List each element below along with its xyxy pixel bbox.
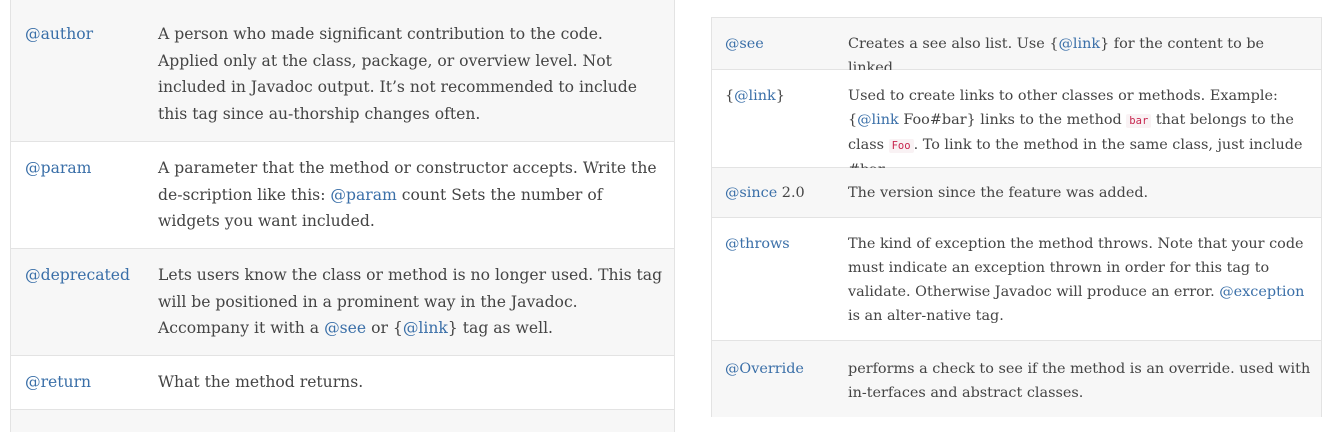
tag-link-cell: {@link} (725, 84, 785, 108)
tag-description: A parameter that the method or construct… (158, 155, 668, 235)
table-row: @since 2.0 The version since the feature… (712, 168, 1321, 218)
desc-text: is an alter-native tag. (848, 308, 1004, 324)
desc-text: Foo#bar} links to the method (898, 112, 1127, 128)
brace-close: } (775, 88, 785, 104)
tag-link-link[interactable]: @link (734, 88, 776, 104)
tag-throws-link[interactable]: @throws (725, 232, 790, 256)
table-row: @param A parameter that the method or co… (11, 142, 674, 249)
code-bar: bar (1126, 114, 1152, 128)
exception-inline-link[interactable]: @exception (1219, 284, 1304, 300)
see-inline-link[interactable]: @see (324, 319, 366, 337)
link-inline-link[interactable]: @link (857, 112, 899, 128)
desc-text: or { (366, 319, 403, 337)
tag-return-link[interactable]: @return (25, 369, 91, 396)
table-row: @throws The kind of exception the method… (712, 218, 1321, 341)
table-row: @Override performs a check to see if the… (712, 341, 1321, 417)
tag-description: The version since the feature was added. (848, 185, 1149, 201)
desc-text: Creates a see also list. Use { (848, 36, 1059, 52)
desc-text: } tag as well. (447, 319, 554, 337)
param-inline-link[interactable]: @param (330, 186, 396, 204)
tag-see-link[interactable]: @see (725, 32, 764, 56)
tag-param-link[interactable]: @param (25, 155, 91, 182)
table-row: {@link} Used to create links to other cl… (712, 70, 1321, 178)
link-inline-link[interactable]: @link (403, 319, 448, 337)
tag-author-link[interactable]: @author (25, 21, 93, 48)
brace-open: { (725, 88, 735, 104)
table-row: @deprecated Lets users know the class or… (11, 249, 674, 356)
tag-deprecated-link[interactable]: @deprecated (25, 262, 130, 289)
left-table-top-strip (10, 0, 675, 8)
tag-description: performs a check to see if the method is… (848, 361, 1311, 401)
table-row (11, 410, 674, 432)
tag-description: Lets users know the class or method is n… (158, 262, 668, 342)
table-row: @return What the method returns. (11, 356, 674, 410)
tag-description: A person who made significant contributi… (158, 25, 637, 123)
code-foo: Foo (888, 139, 914, 153)
table-row: @see Creates a see also list. Use {@link… (712, 18, 1321, 76)
tag-description: The kind of exception the method throws.… (848, 232, 1318, 328)
tag-since-cell: @since 2.0 (725, 181, 805, 205)
link-inline-link[interactable]: @link (1058, 36, 1100, 52)
tag-override-link[interactable]: @Override (725, 357, 804, 381)
left-javadoc-tags-table: @author A person who made significant co… (10, 8, 675, 432)
right-javadoc-tags-table: @see Creates a see also list. Use {@link… (711, 17, 1322, 417)
table-row: @author A person who made significant co… (11, 8, 674, 142)
tag-since-link[interactable]: @since (725, 185, 777, 201)
since-version: 2.0 (777, 185, 805, 201)
tag-description: What the method returns. (158, 373, 364, 391)
